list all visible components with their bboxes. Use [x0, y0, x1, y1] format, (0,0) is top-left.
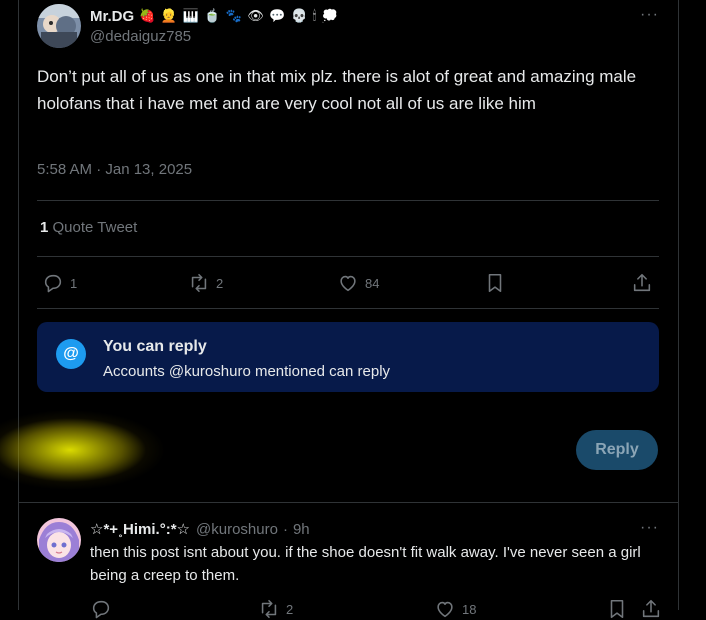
bookmark-action[interactable]: [606, 598, 628, 620]
quote-count: 1: [40, 219, 49, 236]
share-action[interactable]: [640, 598, 662, 620]
display-name[interactable]: Mr.DG: [90, 8, 134, 25]
strawberry-emoji: 🍓: [139, 9, 156, 24]
handle[interactable]: @dedaiguz785: [90, 28, 191, 45]
divider: [37, 308, 659, 309]
avatar-image: [37, 518, 81, 562]
skull-emoji: 💀: [291, 9, 308, 24]
speech-bubble-emoji: 💬: [269, 9, 286, 24]
heart-icon: [340, 275, 356, 292]
keyboard-emoji: 🎹: [182, 9, 199, 24]
column-border-right: [678, 0, 679, 610]
reply-time[interactable]: 9h: [293, 521, 310, 538]
retweet-icon: [191, 273, 207, 293]
tweet-text: Don’t put all of us as one in that mix p…: [37, 67, 637, 113]
retweet-action[interactable]: 2: [188, 272, 223, 294]
like-count: 18: [462, 601, 477, 617]
candle-emoji: 🕯: [312, 9, 317, 24]
reply-restriction-banner: @ You can reply Accounts @kuroshuro ment…: [37, 322, 659, 392]
share-action[interactable]: [631, 272, 653, 294]
reply-icon: [44, 274, 62, 293]
separator: ·: [282, 520, 288, 538]
timestamp[interactable]: 5:58 AM · Jan 13, 2025: [37, 161, 192, 178]
share-icon: [642, 599, 660, 618]
retweet-count: 2: [216, 275, 224, 291]
reply-count: 1: [70, 275, 78, 291]
column-border-left: [18, 0, 19, 610]
reply-restriction-subtitle: Accounts @kuroshuro mentioned can reply: [103, 363, 391, 380]
at-icon: @: [56, 339, 86, 369]
bookmark-action[interactable]: [484, 272, 506, 294]
divider: [18, 502, 678, 503]
avatar[interactable]: [37, 4, 81, 48]
redacted-composer-avatar: [0, 405, 290, 495]
heart-icon: [437, 601, 453, 618]
retweet-icon: [261, 599, 277, 619]
more-options-icon[interactable]: ···: [640, 6, 659, 24]
person-emoji: 👱: [160, 9, 178, 24]
reply-action[interactable]: 1: [42, 272, 77, 294]
eye-emoji: 👁: [247, 9, 264, 24]
share-icon: [633, 273, 651, 292]
thought-bubble-emoji: 💭: [321, 9, 338, 24]
reply-button[interactable]: Reply: [576, 430, 658, 470]
reply-restriction-title: You can reply: [103, 338, 207, 355]
quote-tweet-link[interactable]: 1 Quote Tweet: [40, 219, 137, 236]
quote-label: Quote Tweet: [52, 219, 138, 236]
retweet-count: 2: [286, 601, 294, 617]
reply-tweet-text: then this post isnt about you. if the sh…: [90, 544, 641, 584]
like-count: 84: [365, 275, 380, 291]
reply-action[interactable]: [90, 598, 118, 620]
bookmark-icon: [610, 599, 624, 619]
divider: [37, 256, 659, 257]
paw-emoji: 🐾: [225, 9, 242, 24]
avatar[interactable]: [37, 518, 81, 562]
reply-author-row: ☆*+˳Himi.°:*☆ @kuroshuro · 9h: [90, 519, 310, 539]
reply-icon: [92, 600, 110, 619]
like-action[interactable]: 84: [337, 272, 379, 294]
like-action[interactable]: 18: [434, 598, 476, 620]
reply-display-name[interactable]: ☆*+˳Himi.°:*☆: [90, 520, 190, 538]
retweet-action[interactable]: 2: [258, 598, 293, 620]
reply-handle[interactable]: @kuroshuro: [196, 521, 278, 538]
divider: [37, 200, 659, 201]
bookmark-icon: [488, 273, 502, 293]
reply-more-options-icon[interactable]: ···: [640, 519, 659, 537]
tea-emoji: 🍵: [204, 9, 221, 24]
name-emojis: 🍓 👱 🎹 🍵 🐾 👁 💬 💀 🕯 💭: [138, 7, 338, 25]
avatar-image: [37, 4, 81, 48]
handle-row: @dedaiguz785: [90, 28, 191, 45]
author-row: Mr.DG 🍓 👱 🎹 🍵 🐾 👁 💬 💀 🕯 💭: [90, 6, 338, 26]
